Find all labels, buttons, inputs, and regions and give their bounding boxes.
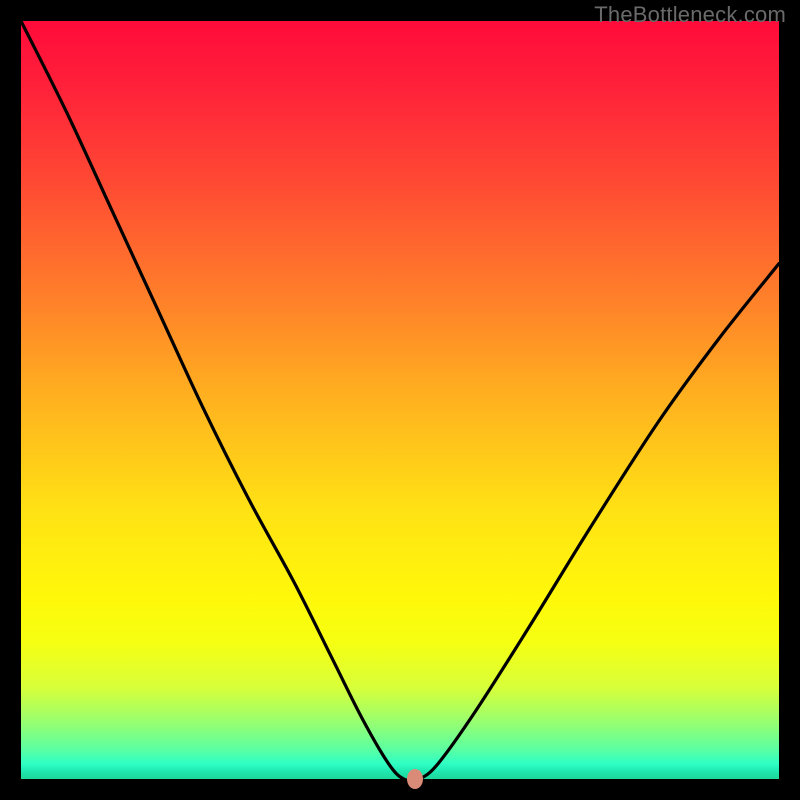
bottleneck-curve [21, 21, 779, 779]
plot-area [21, 21, 779, 779]
optimal-point-marker [407, 769, 423, 789]
image-frame: TheBottleneck.com [0, 0, 800, 800]
watermark-text: TheBottleneck.com [594, 2, 786, 28]
